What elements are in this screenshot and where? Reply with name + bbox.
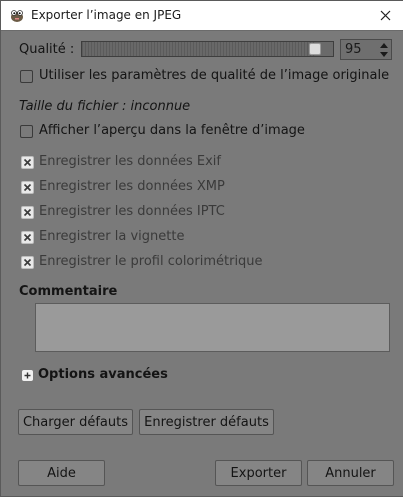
window-title: Exporter l’image en JPEG — [31, 8, 182, 22]
quality-increase-button[interactable] — [379, 41, 389, 50]
export-jpeg-dialog: Exporter l’image en JPEG Qualité : 95 Ut… — [0, 0, 403, 497]
save-xmp-label: Enregistrer les données XMP — [39, 179, 225, 194]
save-iptc-checkbox[interactable] — [21, 206, 34, 219]
save-exif-label: Enregistrer les données Exif — [39, 154, 221, 169]
chevron-down-icon — [380, 52, 388, 57]
checkmark-icon — [23, 233, 32, 242]
quality-value: 95 — [345, 42, 362, 57]
quality-slider[interactable] — [81, 41, 334, 57]
quality-label: Qualité : — [19, 42, 75, 57]
show-preview-label: Afficher l’aperçu dans la fenêtre d’imag… — [39, 123, 305, 138]
save-xmp-checkbox[interactable] — [21, 181, 34, 194]
gimp-icon — [11, 10, 23, 22]
save-color-profile-label: Enregistrer le profil colorimétrique — [39, 254, 263, 269]
use-original-quality-checkbox[interactable] — [20, 70, 33, 83]
export-button[interactable]: Exporter — [215, 460, 302, 486]
close-button[interactable] — [373, 4, 397, 26]
save-iptc-label: Enregistrer les données IPTC — [39, 204, 225, 219]
show-preview-checkbox[interactable] — [20, 125, 33, 138]
chevron-up-icon — [380, 43, 388, 48]
save-defaults-button[interactable]: Enregistrer défauts — [139, 409, 274, 435]
advanced-options-expander[interactable] — [22, 370, 33, 381]
help-button[interactable]: Aide — [18, 460, 105, 486]
comment-textarea[interactable] — [35, 303, 390, 352]
quality-spinbox[interactable]: 95 — [340, 39, 392, 60]
load-defaults-button[interactable]: Charger défauts — [18, 409, 133, 435]
comment-heading: Commentaire — [19, 284, 118, 299]
title-bar: Exporter l’image en JPEG — [1, 1, 403, 31]
advanced-options-label[interactable]: Options avancées — [38, 367, 168, 382]
checkmark-icon — [23, 258, 32, 267]
save-exif-checkbox[interactable] — [21, 156, 34, 169]
quality-slider-fill — [82, 42, 315, 56]
checkmark-icon — [23, 158, 32, 167]
quality-decrease-button[interactable] — [379, 50, 389, 59]
quality-slider-handle[interactable] — [309, 43, 321, 55]
close-icon — [380, 10, 390, 20]
cancel-button[interactable]: Annuler — [307, 460, 394, 486]
checkmark-icon — [23, 183, 32, 192]
checkmark-icon — [23, 208, 32, 217]
save-color-profile-checkbox[interactable] — [21, 256, 34, 269]
plus-icon — [24, 372, 31, 379]
use-original-quality-label: Utiliser les paramètres de qualité de l’… — [39, 68, 390, 83]
file-size-label: Taille du fichier : inconnue — [19, 99, 191, 114]
save-thumbnail-label: Enregistrer la vignette — [39, 229, 185, 244]
save-thumbnail-checkbox[interactable] — [21, 231, 34, 244]
